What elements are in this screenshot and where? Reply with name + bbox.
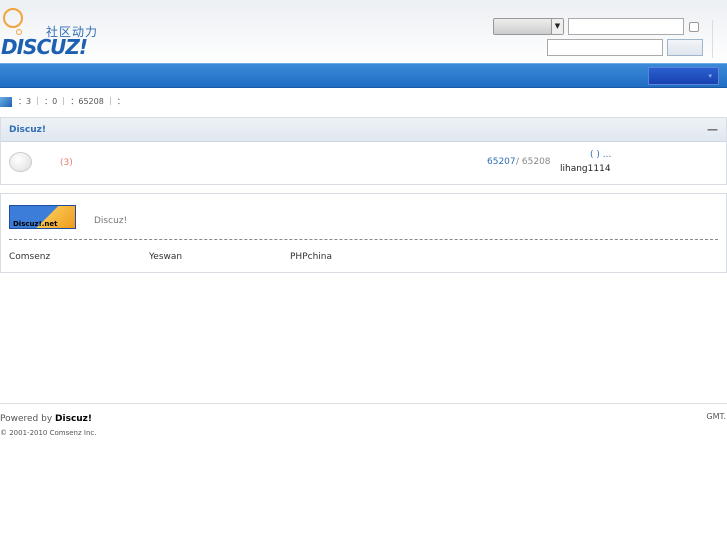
copyright: © 2001-2010 Comsenz Inc.	[0, 429, 97, 437]
friend-links: Discuz!.net Discuz! Comsenz Yeswan PHPch…	[0, 193, 727, 273]
username-input[interactable]	[568, 18, 684, 35]
stats-icon	[0, 96, 12, 107]
link-desc: Discuz!	[94, 216, 128, 226]
last-post-link[interactable]: ( ) ...	[590, 150, 611, 160]
forum-today-count: (3)	[60, 158, 73, 168]
footer: Powered by Discuz! © 2001-2010 Comsenz I…	[0, 403, 727, 437]
nav-dropdown-button[interactable]: ▾	[648, 67, 719, 85]
forum-status-icon	[9, 152, 32, 172]
stats-text: ：3 ｜ ：0 ｜ ：65208 ｜ ：	[18, 97, 125, 106]
category-title[interactable]: Discuz!	[9, 125, 46, 135]
logo[interactable]: DISCUZ!	[1, 35, 88, 59]
logo-bulb-icon	[3, 8, 23, 28]
chevron-down-icon: ▼	[551, 19, 563, 34]
divider	[9, 239, 718, 240]
collapse-icon[interactable]: —	[707, 123, 718, 136]
forum-posts: / 65208	[516, 157, 551, 167]
forum-threads: 65207	[487, 157, 516, 167]
divider	[712, 20, 713, 58]
discuz-net-logo[interactable]: Discuz!.net	[9, 205, 76, 229]
password-input[interactable]	[547, 39, 663, 56]
link-yeswan[interactable]: Yeswan	[149, 252, 182, 262]
powered-brand[interactable]: Discuz!	[55, 414, 92, 424]
powered-by: Powered by Discuz!	[0, 414, 92, 424]
link-phpchina[interactable]: PHPchina	[290, 252, 332, 262]
nav-bar: ▾	[0, 63, 727, 88]
header: 社区动力 DISCUZ! ▼	[0, 0, 727, 63]
timezone: GMT.	[706, 412, 726, 421]
forum-stats: ：3 ｜ ：0 ｜ ：65208 ｜ ：	[0, 96, 125, 107]
powered-label: Powered by	[0, 414, 56, 424]
last-post-user[interactable]: lihang1114	[560, 164, 611, 174]
login-type-select[interactable]: ▼	[493, 18, 564, 35]
link-comsenz[interactable]: Comsenz	[9, 252, 50, 262]
category-header: Discuz! —	[0, 117, 727, 142]
remember-checkbox[interactable]	[689, 22, 699, 32]
login-button[interactable]	[667, 39, 703, 56]
forum-row: (3) 65207 / 65208 ( ) ... lihang1114	[0, 142, 727, 185]
